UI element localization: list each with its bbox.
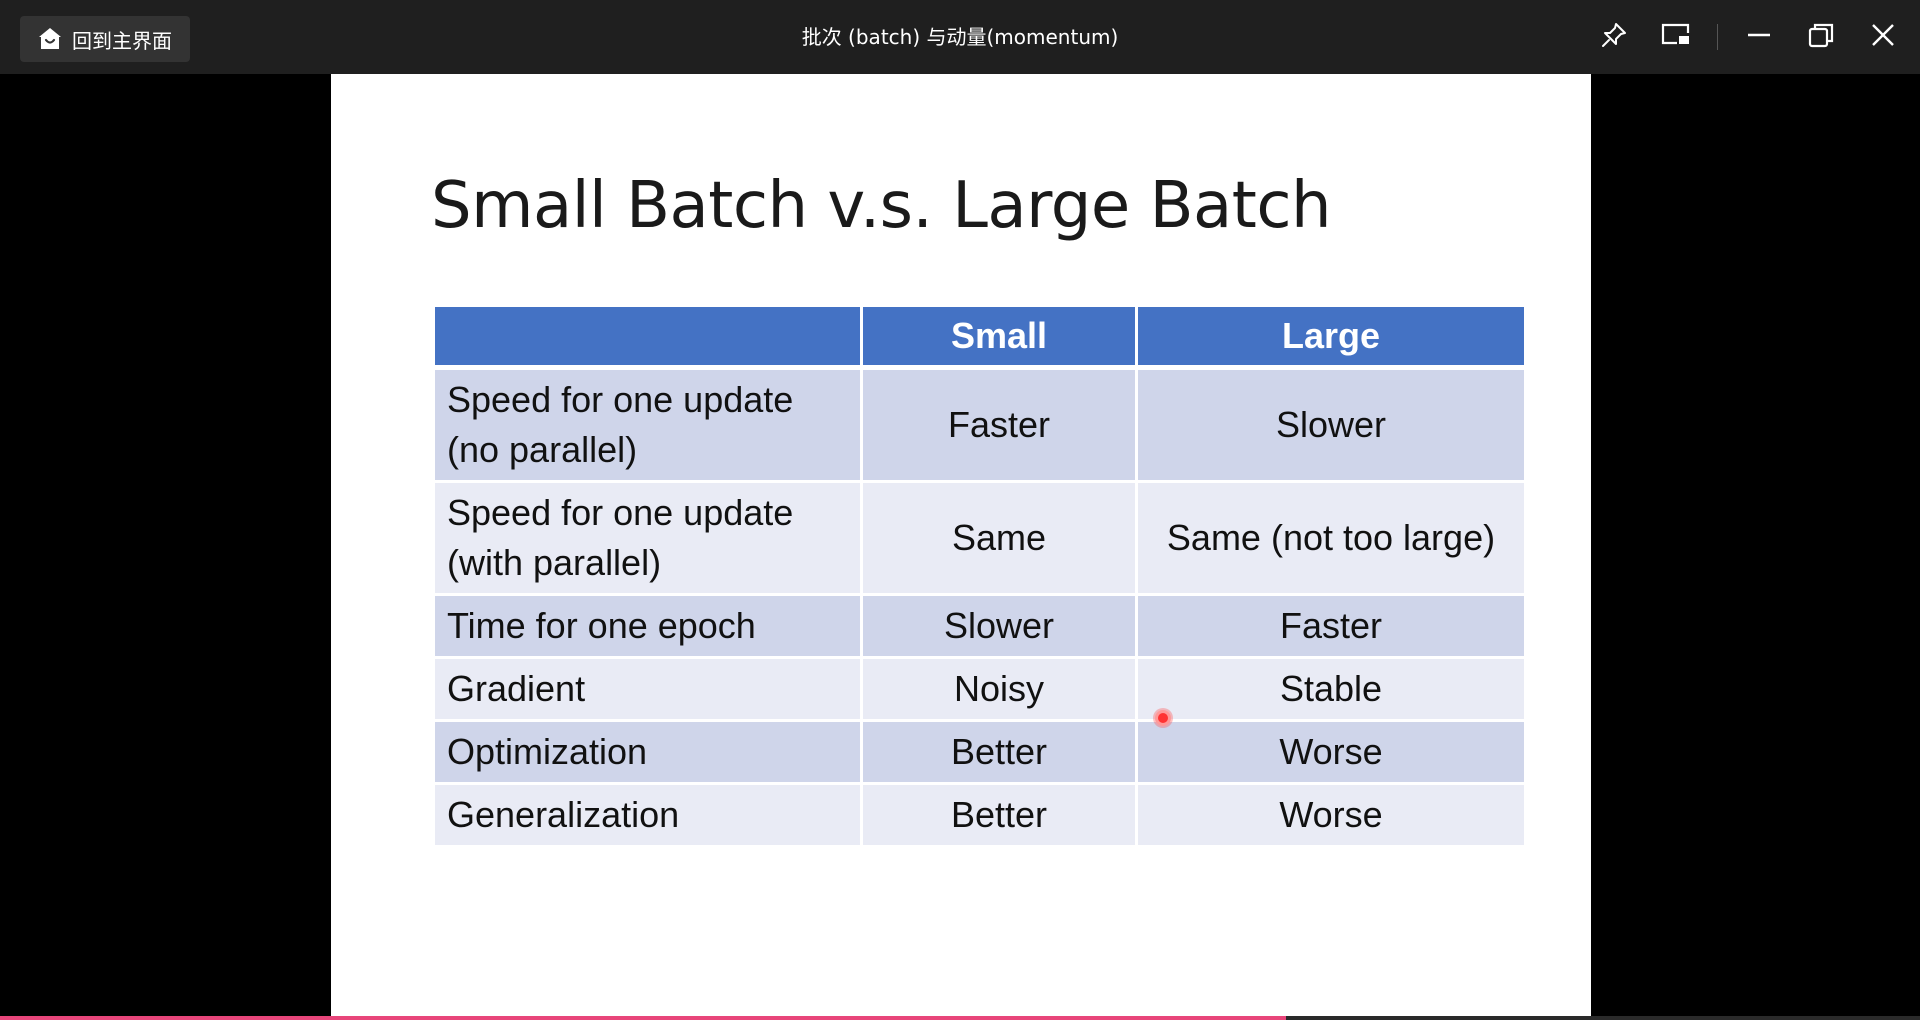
row-label: Time for one epoch	[435, 596, 863, 659]
minimize-icon	[1746, 22, 1772, 52]
small-cell: Better	[863, 785, 1138, 848]
back-to-home-button[interactable]: 回到主界面	[20, 16, 190, 62]
title-bar: 回到主界面 批次 (batch) 与动量(momentum)	[0, 0, 1920, 74]
home-icon	[36, 25, 64, 53]
picture-in-picture-button[interactable]	[1645, 0, 1707, 74]
row-label: Generalization	[435, 785, 863, 848]
close-button[interactable]	[1852, 0, 1914, 74]
table-row: Generalization Better Worse	[435, 785, 1524, 848]
table-row: Speed for one update (no parallel) Faste…	[435, 370, 1524, 483]
playback-progress-fill	[0, 1016, 1287, 1020]
picture-in-picture-icon	[1660, 21, 1692, 53]
row-label: Gradient	[435, 659, 863, 722]
restore-button[interactable]	[1790, 0, 1852, 74]
row-label: Speed for one update (with parallel)	[435, 483, 863, 596]
comparison-table: Small Large Speed for one update (no par…	[435, 307, 1524, 848]
video-frame-slide[interactable]: Small Batch v.s. Large Batch Small Large…	[331, 74, 1591, 1016]
header-cell-large: Large	[1138, 307, 1524, 370]
playback-progress-bar[interactable]	[0, 1016, 1920, 1020]
row-label: Speed for one update (no parallel)	[435, 370, 863, 483]
row-label-line: Speed for one update	[447, 492, 794, 533]
large-cell: Faster	[1138, 596, 1524, 659]
small-cell: Faster	[863, 370, 1138, 483]
restore-icon	[1807, 21, 1835, 53]
video-player-window: 回到主界面 批次 (batch) 与动量(momentum) Small Bat…	[0, 0, 1920, 1020]
large-cell: Worse	[1138, 722, 1524, 785]
pin-icon	[1599, 20, 1629, 54]
pin-button[interactable]	[1583, 0, 1645, 74]
small-cell: Better	[863, 722, 1138, 785]
row-label-line: Speed for one update	[447, 379, 794, 420]
minimize-button[interactable]	[1728, 0, 1790, 74]
small-cell: Noisy	[863, 659, 1138, 722]
table-row: Time for one epoch Slower Faster	[435, 596, 1524, 659]
row-label: Optimization	[435, 722, 863, 785]
small-cell: Slower	[863, 596, 1138, 659]
large-cell: Stable	[1138, 659, 1524, 722]
table-row: Speed for one update (with parallel) Sam…	[435, 483, 1524, 596]
small-cell: Same	[863, 483, 1138, 596]
row-label-line: (no parallel)	[447, 429, 638, 470]
header-cell-small: Small	[863, 307, 1138, 370]
table-row: Optimization Better Worse	[435, 722, 1524, 785]
slide-title: Small Batch v.s. Large Batch	[431, 169, 1332, 243]
table-header-row: Small Large	[435, 307, 1524, 370]
table-row: Gradient Noisy Stable	[435, 659, 1524, 722]
large-cell: Same (not too large)	[1138, 483, 1524, 596]
header-cell-empty	[435, 307, 863, 370]
back-to-home-label: 回到主界面	[72, 28, 172, 53]
window-controls	[1583, 0, 1920, 74]
controls-divider	[1717, 24, 1718, 50]
large-cell: Worse	[1138, 785, 1524, 848]
close-icon	[1870, 22, 1896, 52]
pointer-highlight	[1155, 710, 1171, 726]
large-cell: Slower	[1138, 370, 1524, 483]
row-label-line: (with parallel)	[447, 542, 662, 583]
